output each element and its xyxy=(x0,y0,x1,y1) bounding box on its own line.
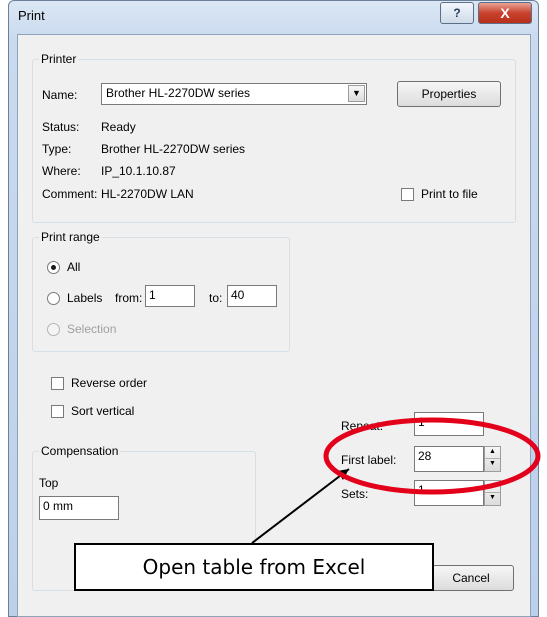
sort-vertical-checkbox[interactable] xyxy=(51,405,64,418)
printer-group: Printer Name: Brother HL-2270DW series ▼… xyxy=(32,52,516,223)
printer-name-select[interactable]: Brother HL-2270DW series ▼ xyxy=(101,83,367,105)
spin-up-icon[interactable]: ▲ xyxy=(485,447,500,459)
labels-radio[interactable] xyxy=(47,292,60,305)
cancel-button[interactable]: Cancel xyxy=(428,565,514,591)
print-to-file-checkbox[interactable] xyxy=(401,188,414,201)
selection-radio-label: Selection xyxy=(67,322,117,336)
printer-group-label: Printer xyxy=(39,52,79,66)
comment-label: Comment: xyxy=(42,187,98,201)
from-label: from: xyxy=(115,291,143,305)
spin-down-icon[interactable]: ▼ xyxy=(485,493,500,505)
where-label: Where: xyxy=(42,164,81,178)
selection-radio[interactable] xyxy=(47,323,60,336)
compensation-group-label: Compensation xyxy=(39,444,121,458)
top-label: Top xyxy=(39,476,59,490)
print-range-group-label: Print range xyxy=(39,230,102,244)
sort-vertical-label: Sort vertical xyxy=(71,404,135,418)
sets-label: Sets: xyxy=(341,487,369,501)
first-label-label: First label: xyxy=(341,453,397,467)
labels-radio-label: Labels xyxy=(67,291,103,305)
repeat-input[interactable]: 1 xyxy=(414,412,484,436)
first-label-spinner[interactable]: ▲ ▼ xyxy=(484,446,501,472)
reverse-order-checkbox[interactable] xyxy=(51,377,64,390)
all-radio-label: All xyxy=(67,260,81,274)
sets-input[interactable]: 1 xyxy=(414,480,484,506)
top-input[interactable]: 0 mm xyxy=(39,496,119,520)
spin-up-icon[interactable]: ▲ xyxy=(485,481,500,493)
chevron-down-icon[interactable]: ▼ xyxy=(348,85,365,102)
reverse-order-label: Reverse order xyxy=(71,376,148,390)
spin-down-icon[interactable]: ▼ xyxy=(485,459,500,471)
comment-value: HL-2270DW LAN xyxy=(101,187,194,201)
printer-name-value: Brother HL-2270DW series xyxy=(106,86,251,100)
print-range-group: Print range All Labels from: 1 to: 40 Se… xyxy=(32,230,290,352)
close-button[interactable]: X xyxy=(478,2,532,24)
callout-box: Open table from Excel xyxy=(74,543,434,591)
type-label: Type: xyxy=(42,142,72,156)
title-bar: Print ? X xyxy=(8,0,539,34)
help-button[interactable]: ? xyxy=(440,2,474,24)
sets-spinner[interactable]: ▲ ▼ xyxy=(484,480,501,506)
from-input[interactable]: 1 xyxy=(145,285,195,307)
all-radio[interactable] xyxy=(47,261,60,274)
to-label: to: xyxy=(209,291,223,305)
first-label-input[interactable]: 28 xyxy=(414,446,484,472)
status-value: Ready xyxy=(101,120,136,134)
printer-name-label: Name: xyxy=(42,88,78,102)
status-label: Status: xyxy=(42,120,80,134)
properties-button[interactable]: Properties xyxy=(397,81,501,107)
dialog-title: Print xyxy=(18,8,45,23)
print-to-file-label: Print to file xyxy=(421,187,478,201)
repeat-label: Repeat: xyxy=(341,419,384,433)
where-value: IP_10.1.10.87 xyxy=(101,164,176,178)
type-value: Brother HL-2270DW series xyxy=(101,142,246,156)
dialog-body: Printer Name: Brother HL-2270DW series ▼… xyxy=(17,34,531,617)
to-input[interactable]: 40 xyxy=(227,285,277,307)
